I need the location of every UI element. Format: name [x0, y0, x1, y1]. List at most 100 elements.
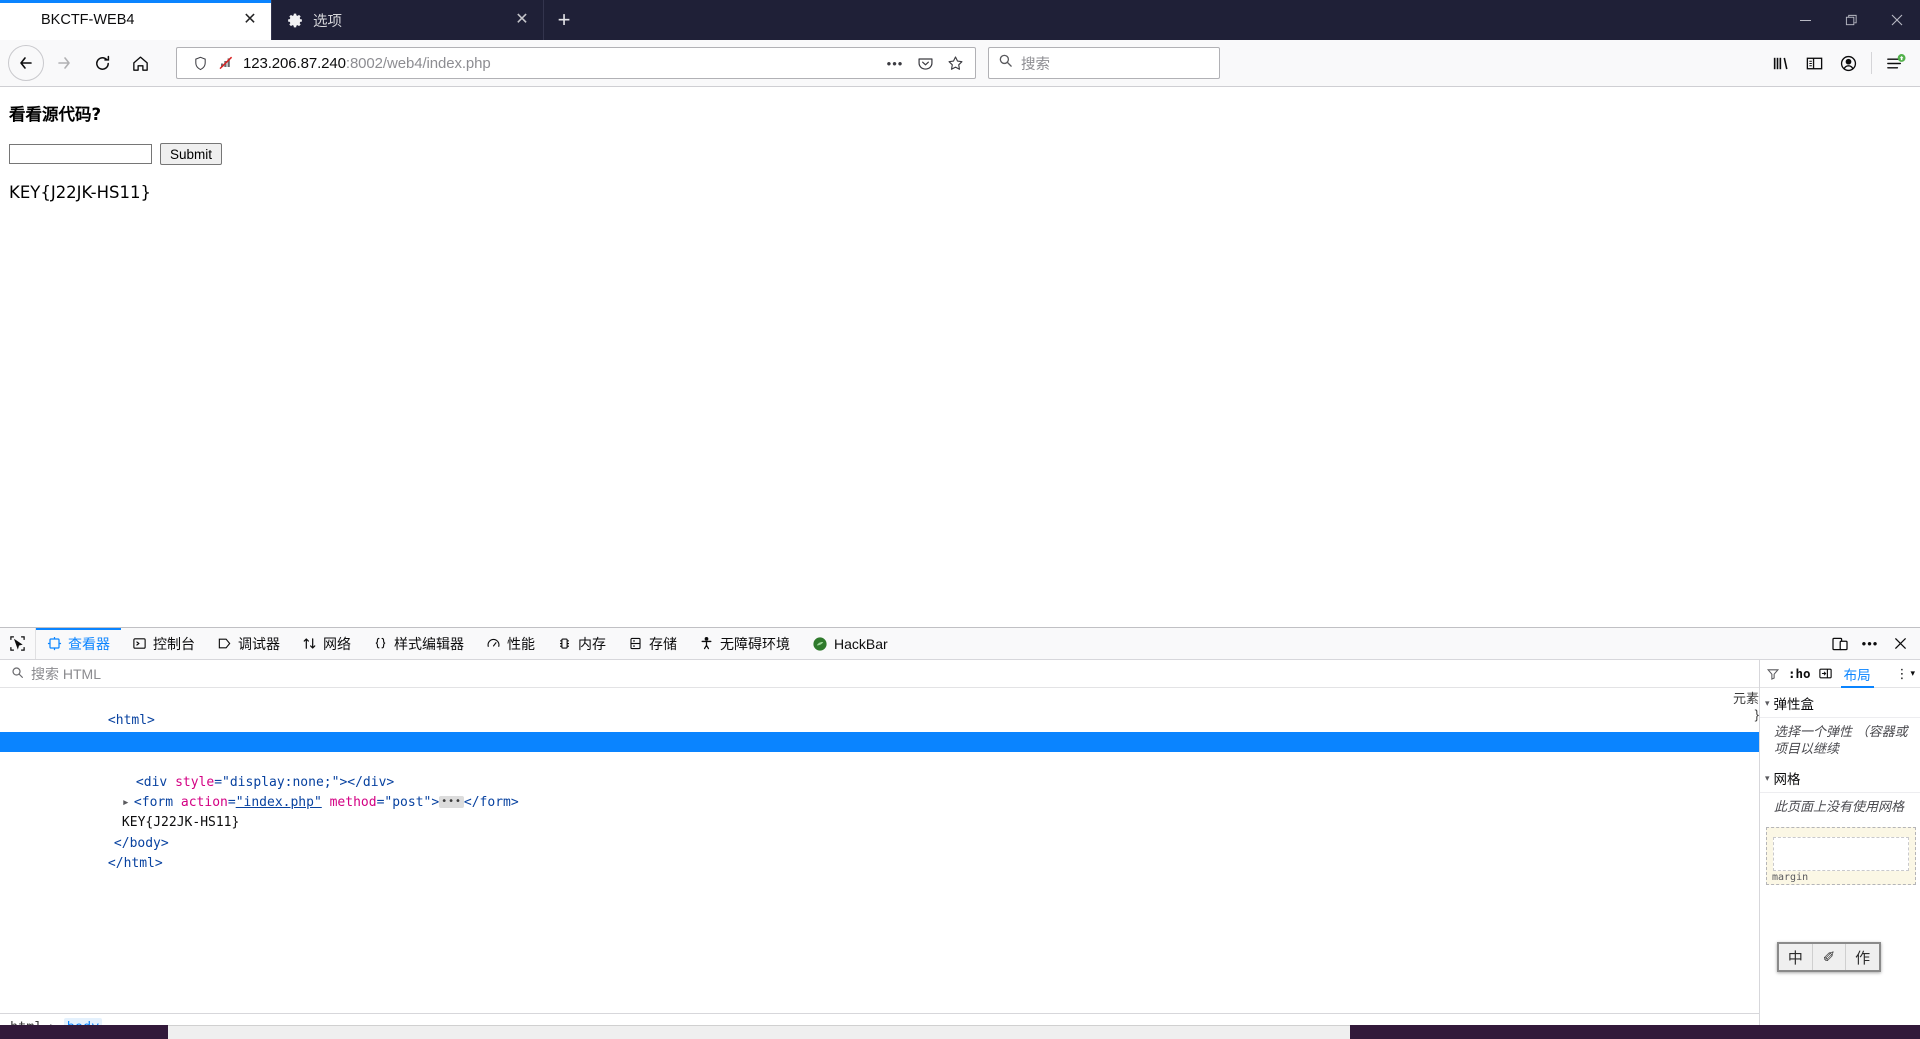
search-bar[interactable]: 搜索 — [988, 47, 1220, 79]
taskbar-window-strip[interactable] — [168, 1025, 1350, 1039]
node-text-key[interactable]: KEY{J22JK-HS11} — [0, 793, 1759, 830]
tab-label: 网络 — [323, 635, 351, 652]
tab-network[interactable]: 网络 — [291, 628, 362, 659]
tab-console[interactable]: 控制台 — [121, 628, 206, 659]
submit-button[interactable]: Submit — [160, 143, 223, 165]
tab-options[interactable]: 选项 ✕ — [272, 0, 544, 40]
html-search-bar[interactable]: 搜索 HTML — [0, 660, 1759, 688]
page-actions-button[interactable]: ••• — [881, 49, 909, 77]
tab-label: 存储 — [649, 635, 677, 652]
new-tab-button[interactable]: + — [544, 0, 584, 40]
node-html-open[interactable]: <html> — [0, 691, 1759, 728]
tab-inspector[interactable]: 查看器 — [36, 628, 121, 659]
toolbar-divider — [1871, 52, 1872, 74]
tab-performance[interactable]: 性能 — [475, 628, 546, 659]
flexbox-section-header[interactable]: ▾ 弹性盒 — [1760, 688, 1920, 718]
flexbox-empty-note: 选择一个弹性 （容器或项目以继续 — [1774, 724, 1908, 756]
library-icon[interactable] — [1763, 45, 1797, 81]
tab-storage[interactable]: 存储 — [617, 628, 688, 659]
grid-section-header[interactable]: ▾ 网格 — [1760, 763, 1920, 793]
tab-layout[interactable]: 布局 — [1839, 664, 1876, 688]
tab-memory[interactable]: 内存 — [546, 628, 617, 659]
hamburger-menu-icon[interactable] — [1878, 45, 1912, 81]
network-icon — [302, 636, 317, 651]
devtools-more-button[interactable]: ••• — [1856, 630, 1884, 658]
tab-bkctf-web4[interactable]: BKCTF-WEB4 ✕ — [0, 0, 272, 40]
devtools-body: 搜索 HTML <html> ▸<head>•••</head> ▾<body>… — [0, 660, 1920, 1039]
shield-icon[interactable] — [187, 56, 213, 71]
minimize-button[interactable] — [1782, 0, 1828, 40]
maximize-button[interactable] — [1828, 0, 1874, 40]
urlbar-actions: ••• — [881, 49, 969, 77]
source-form: Submit — [9, 143, 223, 165]
markup-tree: <html> ▸<head>•••</head> ▾<body> <div st… — [0, 688, 1759, 1013]
tab-label: 调试器 — [238, 635, 280, 652]
ime-mode-chinese[interactable]: 中 — [1779, 944, 1813, 970]
forward-button[interactable] — [46, 45, 82, 81]
reload-button[interactable] — [84, 45, 120, 81]
taskbar — [0, 1025, 1920, 1039]
tab-strip: BKCTF-WEB4 ✕ 选项 ✕ + — [0, 0, 584, 40]
expand-pane-icon[interactable] — [1815, 666, 1837, 681]
tab-label: 内存 — [578, 635, 606, 652]
close-icon[interactable]: ✕ — [511, 9, 533, 31]
toolbar-end-buttons — [1763, 45, 1912, 81]
chevron-down-icon: ▾ — [1910, 668, 1915, 678]
debugger-icon — [217, 636, 232, 651]
browser-window: BKCTF-WEB4 ✕ 选项 ✕ + 123.206.87.240:8002/… — [0, 0, 1920, 1039]
back-button[interactable] — [8, 45, 44, 81]
insecure-connection-icon[interactable] — [213, 55, 239, 71]
hover-pseudo-button[interactable]: :ho — [1786, 666, 1813, 681]
layout-sidebar: :ho 布局 ⋮ ▾ ▾ 弹性盒 选择一个弹性 （容器或项目以继续 ▾ 网格 此… — [1759, 660, 1920, 1039]
tab-bar: BKCTF-WEB4 ✕ 选项 ✕ + — [0, 0, 1920, 40]
flexbox-title: 弹性盒 — [1773, 697, 1815, 712]
source-input[interactable] — [9, 144, 152, 164]
tab-title: BKCTF-WEB4 — [41, 12, 135, 28]
tab-label: 查看器 — [68, 635, 110, 652]
layout-sidebar-body: ▾ 弹性盒 选择一个弹性 （容器或项目以继续 ▾ 网格 此页面上没有使用网格 m… — [1760, 688, 1920, 1039]
box-model-diagram: margin — [1760, 821, 1920, 885]
account-icon[interactable] — [1831, 45, 1865, 81]
tab-accessibility[interactable]: 无障碍环境 — [688, 628, 801, 659]
ime-tools-icon[interactable]: 作 — [1846, 944, 1879, 970]
layout-sidebar-menu-button[interactable]: ⋮ ▾ — [1895, 666, 1918, 682]
ime-handwriting-icon[interactable]: ✐ — [1813, 944, 1847, 970]
ime-status-bar[interactable]: 中 ✐ 作 — [1777, 942, 1881, 972]
html-search-input[interactable]: 搜索 HTML — [31, 664, 101, 684]
node-form[interactable]: ▸ <form action="index.php" method="post">… — [0, 773, 1759, 810]
style-editor-icon — [373, 636, 388, 651]
grid-empty-note: 此页面上没有使用网格 — [1774, 799, 1905, 814]
search-icon — [998, 53, 1013, 73]
sidebar-icon[interactable] — [1797, 45, 1831, 81]
node-div-hidden[interactable]: <div style="display:none;"></div> — [0, 752, 1759, 790]
tab-title: 选项 — [313, 13, 342, 30]
element-picker-icon[interactable] — [0, 628, 36, 659]
tab-label: HackBar — [834, 635, 888, 652]
navigation-toolbar: 123.206.87.240:8002/web4/index.php ••• 搜… — [0, 40, 1920, 87]
tab-debugger[interactable]: 调试器 — [206, 628, 291, 659]
home-button[interactable] — [122, 45, 158, 81]
url-bar[interactable]: 123.206.87.240:8002/web4/index.php ••• — [176, 47, 976, 79]
node-label: </html> — [107, 856, 163, 872]
responsive-design-mode-icon[interactable] — [1826, 630, 1854, 658]
search-input[interactable]: 搜索 — [1021, 53, 1050, 74]
gear-icon — [286, 11, 304, 29]
close-button[interactable] — [1874, 0, 1920, 40]
filter-icon[interactable] — [1762, 667, 1784, 681]
console-icon — [132, 636, 147, 651]
storage-icon — [628, 636, 643, 651]
close-icon[interactable]: ✕ — [239, 9, 261, 31]
tab-style-editor[interactable]: 样式编辑器 — [362, 628, 475, 659]
pocket-icon[interactable] — [911, 49, 939, 77]
elements-label[interactable]: 元素 — [1733, 691, 1759, 706]
hackbar-icon — [812, 636, 828, 652]
tab-label: 性能 — [507, 635, 535, 652]
url-text[interactable]: 123.206.87.240:8002/web4/index.php — [239, 55, 881, 72]
performance-icon — [486, 636, 501, 651]
devtools-close-button[interactable] — [1886, 630, 1914, 658]
node-head[interactable]: ▸<head>•••</head> — [0, 711, 1759, 749]
node-body-selected[interactable]: ▾ <body> — [0, 731, 1759, 769]
tab-label: 无障碍环境 — [720, 635, 790, 652]
tab-hackbar[interactable]: HackBar — [801, 628, 899, 659]
star-icon[interactable] — [941, 49, 969, 77]
